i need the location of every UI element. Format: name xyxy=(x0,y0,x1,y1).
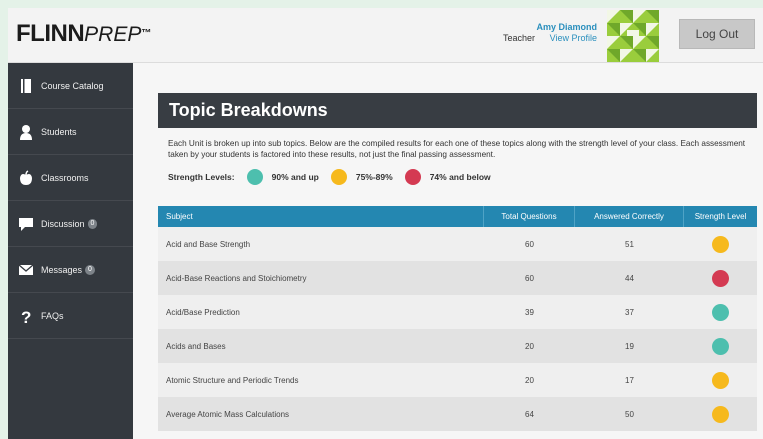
subject-cell: Acid/Base Prediction xyxy=(166,307,240,317)
strength-level-cell xyxy=(684,405,757,423)
strength-level-cell xyxy=(684,371,757,389)
user-role: Teacher xyxy=(502,33,535,43)
table-row[interactable]: Atomic Structure and Periodic Trends 20 … xyxy=(158,363,757,397)
person-icon xyxy=(18,124,34,140)
sidebar-item-students[interactable]: Students xyxy=(8,109,133,155)
strength-indicator xyxy=(712,405,729,423)
sidebar-item-discussion[interactable]: Discussion 0 xyxy=(8,201,133,247)
sidebar-item-label: Discussion xyxy=(41,218,85,229)
table-row[interactable]: Acid/Base Prediction 39 37 xyxy=(158,295,757,329)
sidebar-item-label: Classrooms xyxy=(41,172,89,183)
answered-correctly-cell: 19 xyxy=(625,341,634,351)
subject-cell: Atomic Structure and Periodic Trends xyxy=(166,375,299,385)
avatar[interactable] xyxy=(607,10,659,62)
sidebar: Course Catalog Students Classrooms Discu… xyxy=(8,63,133,439)
strength-levels-legend: Strength Levels: 90% and up 75%-89% 74% … xyxy=(168,169,491,185)
legend-label-yellow: 75%-89% xyxy=(355,172,393,182)
subject-cell: Acid-Base Reactions and Stoichiometry xyxy=(166,273,307,283)
table-row[interactable]: Average Atomic Mass Calculations 64 50 xyxy=(158,397,757,431)
column-header-total-questions[interactable]: Total Questions xyxy=(484,206,575,227)
strength-level-cell xyxy=(684,337,757,355)
messages-count-badge: 0 xyxy=(85,264,95,275)
answered-correctly-cell: 50 xyxy=(625,409,634,419)
sidebar-item-label: FAQs xyxy=(41,310,64,321)
strength-level-cell xyxy=(684,303,757,321)
logout-button[interactable]: Log Out xyxy=(679,19,755,49)
strength-levels-label: Strength Levels: xyxy=(168,172,235,182)
subject-cell: Acids and Bases xyxy=(166,341,226,351)
column-header-subject[interactable]: Subject xyxy=(158,206,484,227)
total-questions-cell: 20 xyxy=(525,341,534,351)
answered-correctly-cell: 44 xyxy=(625,273,634,283)
sidebar-item-messages[interactable]: Messages 0 xyxy=(8,247,133,293)
user-name[interactable]: Amy Diamond xyxy=(536,22,597,32)
view-profile-link[interactable]: View Profile xyxy=(550,33,597,43)
sidebar-item-faqs[interactable]: ? FAQs xyxy=(8,293,133,339)
column-header-strength-level[interactable]: Strength Level xyxy=(684,206,757,227)
strength-indicator xyxy=(712,235,729,253)
strength-indicator xyxy=(712,371,729,389)
table-header: Subject Total Questions Answered Correct… xyxy=(158,206,757,227)
legend-label-red: 74% and below xyxy=(429,172,491,182)
sidebar-item-course-catalog[interactable]: Course Catalog xyxy=(8,63,133,109)
header: FLINNPREP™ Amy Diamond Teacher View Prof… xyxy=(8,8,763,63)
table-row[interactable]: Acid-Base Reactions and Stoichiometry 60… xyxy=(158,261,757,295)
legend-dot-green xyxy=(246,169,263,185)
answered-correctly-cell: 37 xyxy=(625,307,634,317)
question-icon: ? xyxy=(18,308,34,327)
strength-level-cell xyxy=(684,235,757,253)
table-row[interactable]: Acid and Base Strength 60 51 xyxy=(158,227,757,261)
table-body: Acid and Base Strength 60 51 Acid-Base R… xyxy=(158,227,757,431)
chat-icon xyxy=(18,216,34,232)
total-questions-cell: 60 xyxy=(525,273,534,283)
main-content: Topic Breakdowns Each Unit is broken up … xyxy=(133,63,763,439)
sidebar-item-classrooms[interactable]: Classrooms xyxy=(8,155,133,201)
strength-indicator xyxy=(712,337,729,355)
flinnprep-logo[interactable]: FLINNPREP™ xyxy=(16,20,151,49)
total-questions-cell: 20 xyxy=(525,375,534,385)
discussion-count-badge: 0 xyxy=(87,218,98,229)
sidebar-item-label: Messages xyxy=(41,264,83,275)
envelope-icon xyxy=(18,262,34,278)
strength-indicator xyxy=(712,269,729,287)
column-header-answered-correctly[interactable]: Answered Correctly xyxy=(575,206,684,227)
legend-dot-yellow xyxy=(330,169,347,185)
legend-label-green: 90% and up xyxy=(271,172,319,182)
table-row[interactable]: Acids and Bases 20 19 xyxy=(158,329,757,363)
answered-correctly-cell: 17 xyxy=(625,375,634,385)
sidebar-item-label: Course Catalog xyxy=(41,80,104,91)
topic-table: Subject Total Questions Answered Correct… xyxy=(158,206,757,431)
apple-icon xyxy=(18,169,34,186)
total-questions-cell: 39 xyxy=(525,307,534,317)
strength-indicator xyxy=(712,303,729,321)
answered-correctly-cell: 51 xyxy=(625,239,634,249)
total-questions-cell: 64 xyxy=(525,409,534,419)
sidebar-item-label: Students xyxy=(41,126,77,137)
page-title: Topic Breakdowns xyxy=(158,93,757,128)
subject-cell: Acid and Base Strength xyxy=(166,239,251,249)
strength-level-cell xyxy=(684,269,757,287)
book-icon xyxy=(18,78,34,94)
subject-cell: Average Atomic Mass Calculations xyxy=(166,409,290,419)
intro-text: Each Unit is broken up into sub topics. … xyxy=(168,139,746,159)
total-questions-cell: 60 xyxy=(525,239,534,249)
app-frame: FLINNPREP™ Amy Diamond Teacher View Prof… xyxy=(8,8,763,439)
svg-text:?: ? xyxy=(21,308,31,324)
legend-dot-red xyxy=(404,169,421,185)
